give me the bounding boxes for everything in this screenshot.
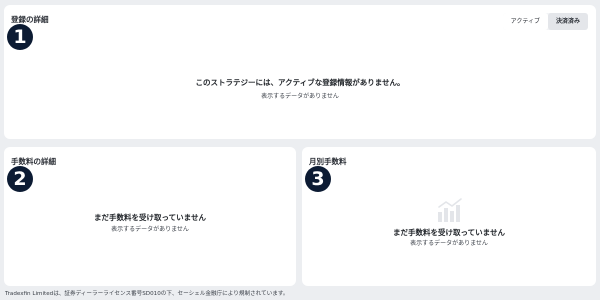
subscription-empty-message: このストラテジーには、アクティブな登録情報がありません。: [195, 78, 405, 87]
step-badge-1: 1: [7, 24, 33, 50]
tab-settled[interactable]: 決済済み: [547, 13, 588, 30]
fee-empty-message: まだ手数料を受け取っていません: [94, 213, 206, 222]
monthly-fees-empty-subtitle: 表示するデータがありません: [410, 240, 488, 247]
fee-empty-subtitle: 表示するデータがありません: [111, 226, 189, 233]
fee-details-card: 手数料の詳細 まだ手数料を受け取っていません 表示するデータがありません: [4, 147, 296, 286]
monthly-fees-card: 月別手数料 まだ手数料を受け取っていません 表示するデータがありません: [302, 147, 596, 286]
regulatory-disclaimer: Tradexfin Limitedは、証券ディーラーライセンス番号SD010の下…: [5, 291, 289, 297]
subscription-details-card: 登録の詳細 アクティブ 決済済み このストラテジーには、アクティブな登録情報があ…: [4, 5, 596, 139]
subscription-status-tabs: アクティブ 決済済み: [502, 13, 588, 30]
step-badge-2: 2: [7, 166, 33, 192]
tab-active[interactable]: アクティブ: [502, 13, 548, 30]
step-badge-3: 3: [305, 166, 331, 192]
bar-chart-icon: [438, 198, 462, 222]
monthly-fees-empty-message: まだ手数料を受け取っていません: [393, 228, 505, 237]
subscription-empty-subtitle: 表示するデータがありません: [261, 93, 339, 100]
